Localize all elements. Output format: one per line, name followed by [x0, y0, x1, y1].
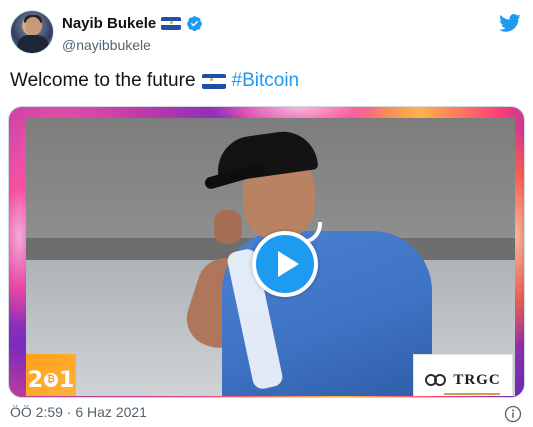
video-frame: 2 ₿ 1 TRGC [26, 118, 515, 396]
twitter-bird-icon[interactable] [499, 12, 521, 34]
tweet-body: Welcome to the future [10, 70, 196, 91]
author-username[interactable]: @nayibbukele [62, 37, 151, 53]
tweet-card: Nayib Bukele @nayibbukele Welcome to the… [0, 0, 533, 427]
video-player[interactable]: 2 ₿ 1 TRGC [8, 106, 525, 398]
play-icon[interactable] [252, 231, 318, 297]
el-salvador-flag-icon [161, 16, 182, 30]
verified-badge-icon [187, 15, 203, 31]
tweet-text: Welcome to the future #Bitcoin [10, 70, 299, 92]
event-logo-21: 2 ₿ 1 [26, 354, 76, 396]
author-name-row: Nayib Bukele [62, 14, 203, 32]
info-icon[interactable] [504, 405, 522, 423]
hashtag-link[interactable]: #Bitcoin [232, 70, 300, 92]
el-salvador-flag-icon [201, 73, 226, 89]
trgc-logo: TRGC [413, 354, 513, 396]
author-display-name[interactable]: Nayib Bukele [62, 15, 156, 32]
avatar[interactable] [10, 10, 54, 54]
tweet-timestamp[interactable]: ÖÖ 2:59 · 6 Haz 2021 [10, 404, 147, 420]
